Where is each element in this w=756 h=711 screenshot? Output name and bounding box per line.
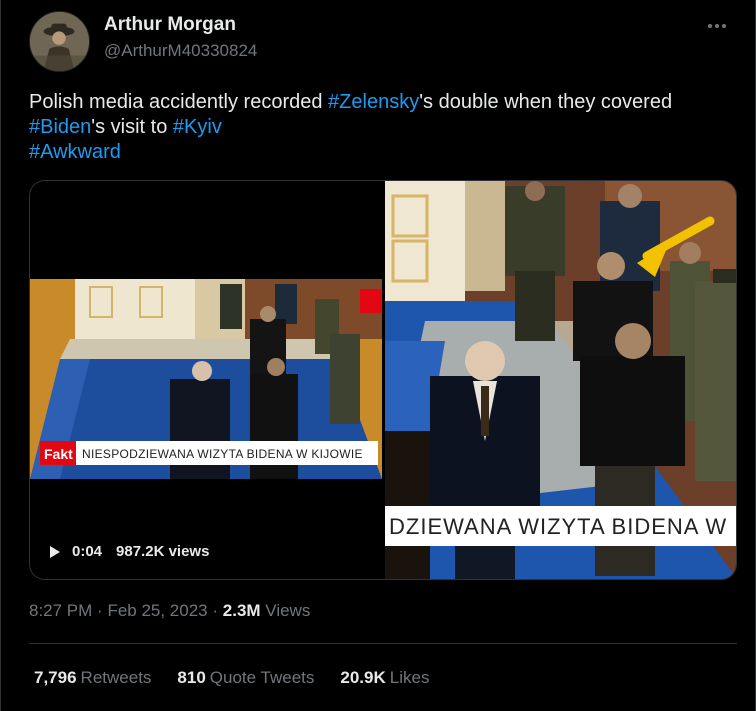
video-duration: 0:04 [72,543,103,560]
tweet-text-segment: 's double when they covered [419,91,673,113]
more-dot-icon [715,24,719,28]
tweet-text: Polish media accidently recorded #Zelens… [29,90,749,165]
meta-separator: · [212,601,223,620]
retweets-stat[interactable]: 7,796 Retweets [34,668,151,688]
quotes-count: 810 [177,668,206,687]
more-dot-icon [722,24,726,28]
tweet-stats: 7,796 Retweets 810 Quote Tweets 20.9K Likes [34,668,455,688]
more-dot-icon [708,24,712,28]
divider [29,643,737,644]
play-icon[interactable] [50,545,60,558]
retweets-label: Retweets [80,668,152,687]
hashtag-zelensky[interactable]: #Zelensky [328,91,419,113]
tweet-time[interactable]: 8:27 PM [29,601,92,620]
likes-stat[interactable]: 20.9K Likes [340,668,429,688]
photo[interactable]: DZIEWANA WIZYTA BIDENA W [385,181,736,579]
author-handle[interactable]: @ArthurM40330824 [104,41,257,61]
tweet-card: Arthur Morgan @ArthurM40330824 Polish me… [0,0,756,711]
video-thumbnail[interactable]: Fakt NIESPODZIEWANA WIZYTA BIDENA W KIJO… [30,279,382,479]
retweets-count: 7,796 [34,668,77,687]
media-container: Fakt NIESPODZIEWANA WIZYTA BIDENA W KIJO… [29,180,737,580]
video-views: 987.2K views [116,543,210,560]
fakt-logo-text: Fakt [44,446,73,462]
tweet-meta: 8:27 PM · Feb 25, 2023 · 2.3M Views [29,601,310,621]
video-player[interactable]: Fakt NIESPODZIEWANA WIZYTA BIDENA W KIJO… [30,181,382,579]
video-info: 0:04 987.2K views [50,543,209,560]
more-options-button[interactable] [699,12,735,40]
views-count: 2.3M [222,601,261,620]
author-name[interactable]: Arthur Morgan [104,14,236,36]
quote-tweets-stat[interactable]: 810 Quote Tweets [177,668,314,688]
hashtag-biden[interactable]: #Biden [29,116,91,138]
views-label: Views [265,601,311,620]
video-caption-banner: NIESPODZIEWANA WIZYTA BIDENA W KIJOWIE [82,447,363,461]
meta-separator: · [97,601,108,620]
tweet-text-segment: 's visit to [91,116,173,138]
hashtag-awkward[interactable]: #Awkward [29,141,121,163]
tweet-text-segment: Polish media accidently recorded [29,91,329,113]
hashtag-kyiv[interactable]: #Kyiv [173,116,222,138]
tweet-date[interactable]: Feb 25, 2023 [107,601,207,620]
photo-caption-banner: DZIEWANA WIZYTA BIDENA W [389,514,727,539]
quotes-label: Quote Tweets [209,668,315,687]
likes-count: 20.9K [340,668,386,687]
likes-label: Likes [389,668,430,687]
avatar[interactable] [29,11,90,72]
